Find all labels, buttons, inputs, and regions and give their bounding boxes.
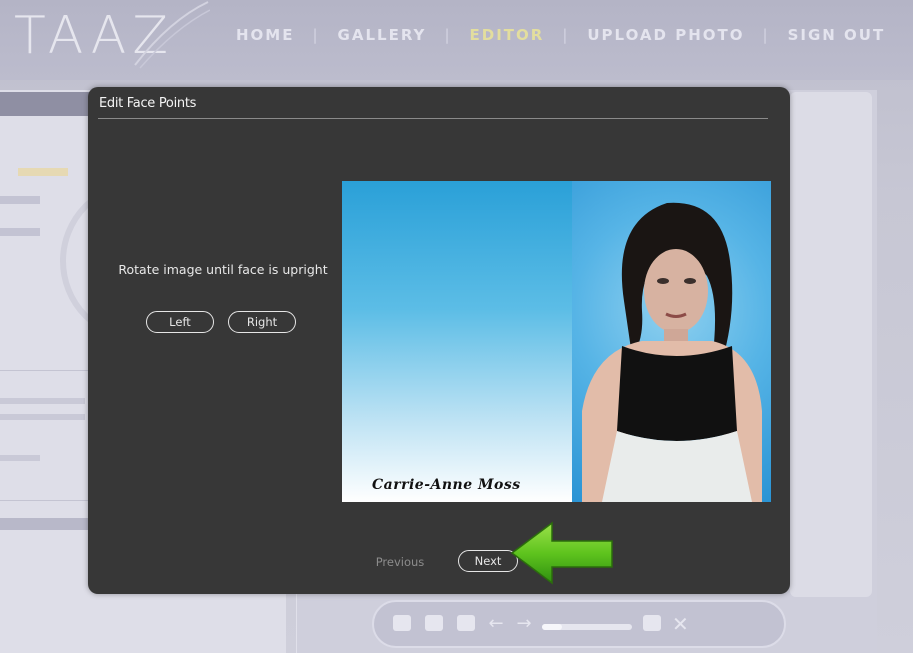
rotate-right-button[interactable]: Right (228, 311, 296, 333)
toolbar-button[interactable] (454, 615, 478, 633)
close-icon[interactable]: ✕ (672, 612, 689, 636)
nav-upload-photo[interactable]: UPLOAD PHOTO (587, 26, 744, 44)
toolbar-icon (393, 615, 411, 631)
edit-face-points-dialog: Edit Face Points Rotate image until face… (88, 87, 790, 594)
logo-swoosh-icon (134, 1, 210, 69)
portrait-image (582, 202, 762, 502)
editor-faint-label (0, 228, 40, 236)
save-icon (425, 615, 443, 631)
photo-backdrop (342, 181, 572, 502)
nav-separator: | (762, 26, 770, 44)
editor-faint-text (0, 414, 85, 420)
next-button[interactable]: Next (458, 550, 518, 572)
redo-arrow-icon[interactable]: → (514, 614, 534, 634)
toolbar-button[interactable] (390, 615, 414, 633)
title-divider (98, 118, 768, 119)
zoom-fill (542, 624, 562, 630)
toolbar-button[interactable] (640, 615, 664, 633)
print-icon (457, 615, 475, 631)
editor-side-panel (790, 92, 872, 597)
toolbar-button[interactable] (422, 615, 446, 633)
editor-faint-label (18, 168, 68, 176)
rotate-left-button[interactable]: Left (146, 311, 214, 333)
editor-toolbar: ← → ✕ (372, 600, 786, 648)
editor-faint-bar (0, 518, 90, 530)
nav-sign-out[interactable]: SIGN OUT (788, 26, 886, 44)
editor-divider (0, 370, 90, 371)
nav-separator: | (312, 26, 320, 44)
rotate-instruction: Rotate image until face is upright (118, 262, 328, 277)
editor-faint-text (0, 455, 40, 461)
undo-arrow-icon[interactable]: ← (486, 614, 506, 634)
app-header: TAAZ HOME | GALLERY | EDITOR | UPLOAD PH… (0, 0, 913, 80)
nav-editor[interactable]: EDITOR (470, 26, 545, 44)
editor-tab-strip (0, 92, 90, 116)
nav-separator: | (562, 26, 570, 44)
dialog-title: Edit Face Points (99, 96, 197, 111)
nav-gallery[interactable]: GALLERY (338, 26, 427, 44)
editor-faint-text (0, 398, 85, 404)
nav-home[interactable]: HOME (236, 26, 294, 44)
top-navigation: HOME | GALLERY | EDITOR | UPLOAD PHOTO |… (236, 26, 885, 44)
previous-button[interactable]: Previous (366, 551, 434, 573)
editor-faint-label (0, 196, 40, 204)
photo-caption: Carrie-Anne Moss (372, 477, 521, 493)
zoom-slider[interactable] (542, 614, 632, 634)
editor-divider (0, 500, 90, 501)
compare-icon (643, 615, 661, 631)
nav-separator: | (444, 26, 452, 44)
green-left-arrow-icon (510, 521, 613, 585)
face-photo: Carrie-Anne Moss (342, 181, 771, 502)
